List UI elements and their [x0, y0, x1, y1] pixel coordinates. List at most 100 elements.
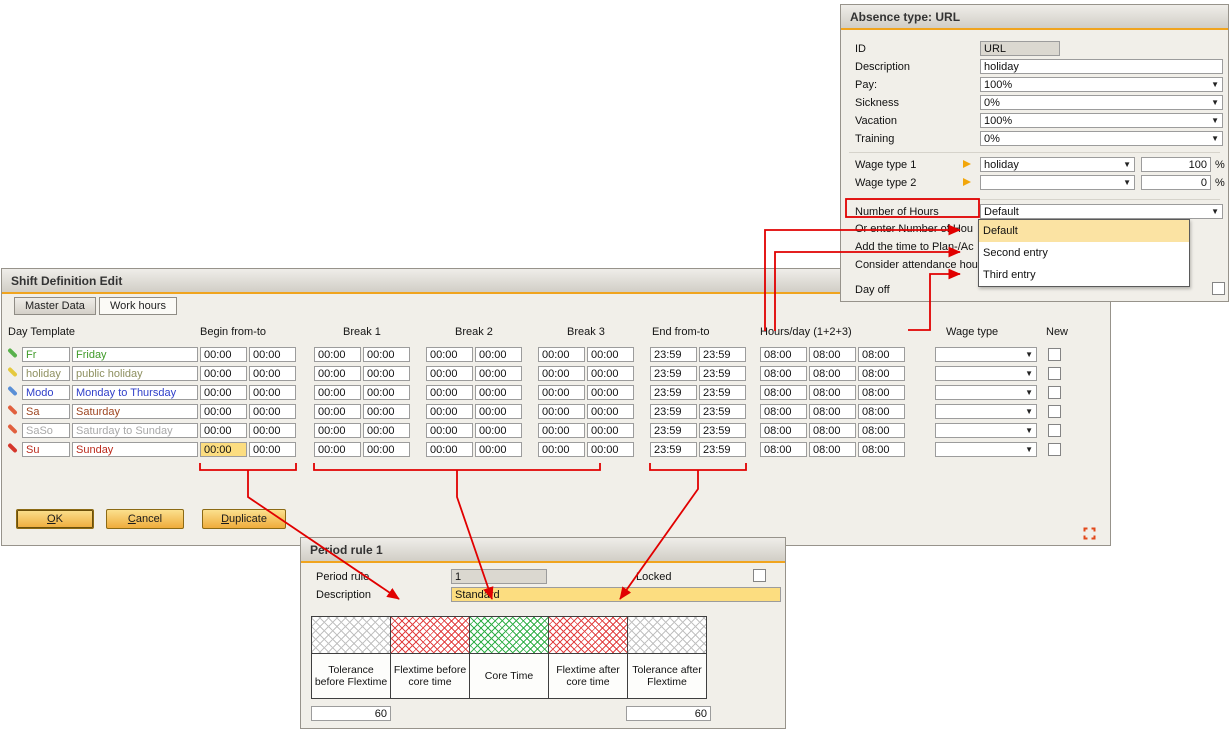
- time-input[interactable]: 23:59: [699, 423, 746, 438]
- new-checkbox[interactable]: [1048, 348, 1061, 361]
- time-input[interactable]: 00:00: [426, 442, 473, 457]
- time-input[interactable]: 00:00: [249, 442, 296, 457]
- time-input[interactable]: 08:00: [809, 442, 856, 457]
- time-input[interactable]: 00:00: [587, 423, 634, 438]
- time-input[interactable]: 00:00: [475, 404, 522, 419]
- wage-type-row-combobox[interactable]: ▼: [935, 366, 1037, 381]
- tab-master-data[interactable]: Master Data: [14, 297, 96, 315]
- dropdown-option[interactable]: Default: [979, 220, 1189, 242]
- wage-percent-input[interactable]: 0: [1141, 175, 1211, 190]
- time-input[interactable]: 00:00: [249, 366, 296, 381]
- period-rule-input[interactable]: 1: [451, 569, 547, 584]
- tolerance-before-input[interactable]: 60: [311, 706, 391, 721]
- time-input[interactable]: 00:00: [314, 404, 361, 419]
- time-input[interactable]: 00:00: [314, 385, 361, 400]
- dropdown-option[interactable]: Third entry: [979, 264, 1189, 286]
- time-input[interactable]: 23:59: [650, 423, 697, 438]
- time-input[interactable]: 08:00: [858, 366, 905, 381]
- time-input[interactable]: 08:00: [760, 385, 807, 400]
- time-input[interactable]: 00:00: [538, 423, 585, 438]
- number-of-hours-combobox[interactable]: Default▼: [980, 204, 1223, 219]
- time-input[interactable]: 08:00: [858, 385, 905, 400]
- absence-field-input[interactable]: URL: [980, 41, 1060, 56]
- time-input[interactable]: 23:59: [650, 366, 697, 381]
- time-input[interactable]: 00:00: [249, 385, 296, 400]
- wage-type-combobox[interactable]: holiday▼: [980, 157, 1135, 172]
- wage-type-row-combobox[interactable]: ▼: [935, 385, 1037, 400]
- new-checkbox[interactable]: [1048, 405, 1061, 418]
- time-input[interactable]: 00:00: [363, 366, 410, 381]
- time-input[interactable]: 00:00: [426, 347, 473, 362]
- new-checkbox[interactable]: [1048, 443, 1061, 456]
- time-input[interactable]: 00:00: [249, 404, 296, 419]
- time-input[interactable]: 00:00: [426, 366, 473, 381]
- wage-type-row-combobox[interactable]: ▼: [935, 442, 1037, 457]
- time-input[interactable]: 08:00: [760, 347, 807, 362]
- absence-field-combobox[interactable]: 100%▼: [980, 77, 1223, 92]
- day-name-input[interactable]: Saturday to Sunday: [72, 423, 198, 438]
- wage-type-row-combobox[interactable]: ▼: [935, 347, 1037, 362]
- time-input[interactable]: 08:00: [760, 423, 807, 438]
- absence-field-combobox[interactable]: 0%▼: [980, 95, 1223, 110]
- absence-field-input[interactable]: holiday: [980, 59, 1223, 74]
- time-input[interactable]: 08:00: [858, 442, 905, 457]
- day-name-input[interactable]: Saturday: [72, 404, 198, 419]
- button-duplicate[interactable]: Duplicate: [202, 509, 286, 529]
- time-input[interactable]: 00:00: [538, 366, 585, 381]
- period-window-titlebar[interactable]: Period rule 1: [301, 538, 785, 563]
- time-input[interactable]: 00:00: [314, 347, 361, 362]
- time-input[interactable]: 23:59: [650, 385, 697, 400]
- day-code-input[interactable]: Fr: [22, 347, 70, 362]
- time-input[interactable]: 08:00: [858, 347, 905, 362]
- new-checkbox[interactable]: [1048, 386, 1061, 399]
- link-arrow-icon[interactable]: [963, 178, 971, 186]
- time-input[interactable]: 00:00: [363, 385, 410, 400]
- time-input[interactable]: 23:59: [699, 442, 746, 457]
- day-code-input[interactable]: Su: [22, 442, 70, 457]
- dropdown-option[interactable]: Second entry: [979, 242, 1189, 264]
- time-input[interactable]: 00:00: [587, 385, 634, 400]
- absence-field-combobox[interactable]: 0%▼: [980, 131, 1223, 146]
- day-off-checkbox[interactable]: [1212, 282, 1225, 295]
- day-name-input[interactable]: Sunday: [72, 442, 198, 457]
- time-input[interactable]: 00:00: [426, 385, 473, 400]
- time-input[interactable]: 23:59: [699, 404, 746, 419]
- time-input[interactable]: 00:00: [587, 347, 634, 362]
- day-code-input[interactable]: Modo: [22, 385, 70, 400]
- time-input[interactable]: 08:00: [858, 423, 905, 438]
- day-name-input[interactable]: public holiday: [72, 366, 198, 381]
- absence-field-combobox[interactable]: 100%▼: [980, 113, 1223, 128]
- time-input[interactable]: 00:00: [200, 366, 247, 381]
- time-input[interactable]: 00:00: [363, 442, 410, 457]
- time-input[interactable]: 00:00: [314, 423, 361, 438]
- day-name-input[interactable]: Monday to Thursday: [72, 385, 198, 400]
- time-input[interactable]: 08:00: [760, 366, 807, 381]
- time-input[interactable]: 00:00: [200, 347, 247, 362]
- time-input[interactable]: 08:00: [760, 442, 807, 457]
- time-input[interactable]: 00:00: [200, 385, 247, 400]
- day-code-input[interactable]: holiday: [22, 366, 70, 381]
- time-input[interactable]: 00:00: [363, 404, 410, 419]
- time-input[interactable]: 08:00: [809, 423, 856, 438]
- time-input[interactable]: 23:59: [699, 385, 746, 400]
- time-input[interactable]: 00:00: [314, 442, 361, 457]
- time-input[interactable]: 00:00: [587, 366, 634, 381]
- link-arrow-icon[interactable]: [963, 160, 971, 168]
- time-input[interactable]: 00:00: [475, 423, 522, 438]
- time-input[interactable]: 00:00: [538, 442, 585, 457]
- time-input[interactable]: 08:00: [809, 404, 856, 419]
- time-input[interactable]: 23:59: [650, 347, 697, 362]
- time-input[interactable]: 23:59: [699, 366, 746, 381]
- time-input[interactable]: 00:00: [363, 423, 410, 438]
- time-input[interactable]: 00:00: [538, 404, 585, 419]
- button-ok[interactable]: OK: [16, 509, 94, 529]
- wage-percent-input[interactable]: 100: [1141, 157, 1211, 172]
- time-input[interactable]: 23:59: [650, 442, 697, 457]
- time-input[interactable]: 08:00: [858, 404, 905, 419]
- day-name-input[interactable]: Friday: [72, 347, 198, 362]
- time-input[interactable]: 08:00: [809, 385, 856, 400]
- time-input[interactable]: 00:00: [587, 442, 634, 457]
- time-input[interactable]: 00:00: [249, 423, 296, 438]
- time-input[interactable]: 00:00: [475, 366, 522, 381]
- description-input[interactable]: Standard: [451, 587, 781, 602]
